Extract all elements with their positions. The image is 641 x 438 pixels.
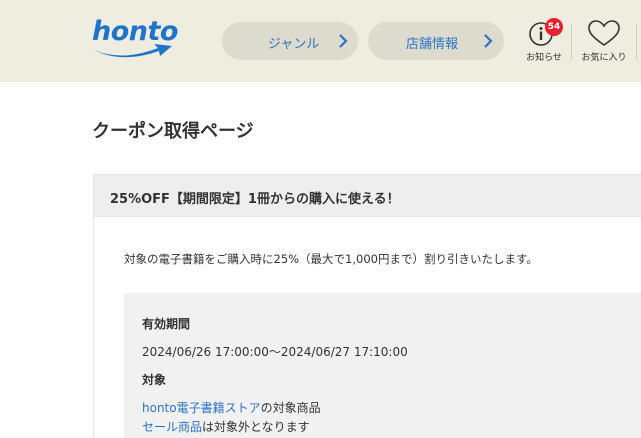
coupon-heading: 25%OFF【期間限定】1冊からの購入に使える！ [110,192,400,207]
target-heading: 対象 [142,373,167,387]
target-line-1: honto電子書籍ストアの対象商品 [142,399,321,416]
page-title: クーポン取得ページ [92,121,254,142]
ebook-store-link[interactable]: honto電子書籍ストア [142,401,261,415]
target-line-2: セール商品は対象外となります [142,418,310,435]
coupon-detail-box: 有効期間 2024/06/26 17:00:00～2024/06/27 17:1… [124,293,641,438]
header-divider [571,24,572,60]
genre-button-label: ジャンル [268,37,320,52]
validity-heading: 有効期間 [142,317,191,331]
logo-swoosh-icon [94,44,172,58]
genre-button[interactable]: ジャンル [222,22,358,60]
coupon-heading-bar: 25%OFF【期間限定】1冊からの購入に使える！ [93,174,641,217]
heart-icon [588,20,620,46]
site-header: honto ジャンル 店舗情報 54 お知らせ お気に入り [0,0,641,82]
sale-items-link[interactable]: セール商品 [142,420,202,434]
header-divider [636,24,637,60]
target-line-2-suffix: は対象外となります [202,420,310,434]
coupon-description: 対象の電子書籍をご購入時に25%（最大で1,000円まで）割り引きいたします。 [124,252,538,266]
notice-button[interactable]: 54 お知らせ [521,18,567,64]
notice-label: お知らせ [526,53,562,63]
notice-count-badge: 54 [545,18,563,36]
validity-value: 2024/06/26 17:00:00～2024/06/27 17:10:00 [142,345,408,359]
store-info-button[interactable]: 店舗情報 [368,22,504,60]
store-info-button-label: 店舗情報 [406,37,459,52]
chevron-right-icon [484,34,493,48]
chevron-right-icon [339,34,348,48]
favorites-button[interactable]: お気に入り [581,18,627,64]
honto-logo[interactable]: honto [92,16,178,60]
target-line-1-suffix: の対象商品 [260,401,321,415]
favorites-label: お気に入り [581,53,627,63]
